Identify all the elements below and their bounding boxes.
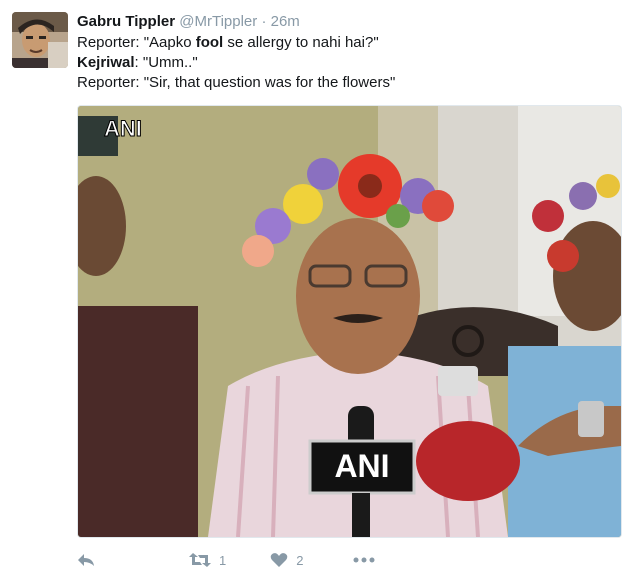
mic-label: ANI (334, 448, 389, 484)
timestamp[interactable]: 26m (271, 13, 300, 30)
retweet-button[interactable]: 1 (189, 552, 226, 568)
retweet-icon (189, 553, 211, 567)
tweet-header: Gabru Tippler @MrTippler · 26m (77, 12, 300, 32)
line-text: : "Umm.." (134, 54, 198, 71)
tweet-actions: 1 2 (77, 548, 419, 572)
author-name[interactable]: Gabru Tippler (77, 13, 175, 30)
like-button[interactable]: 2 (270, 552, 303, 568)
tweet-line-3: Reporter: "Sir, that question was for th… (77, 74, 396, 91)
heart-icon (270, 553, 288, 567)
reply-button[interactable] (77, 552, 95, 568)
retweet-count: 1 (219, 552, 227, 568)
tweet-line-1: Reporter: "Aapko fool se allergy to nahi… (77, 33, 395, 53)
avatar[interactable] (12, 12, 68, 68)
avatar-image (12, 12, 68, 68)
line-bold-text: Kejriwal (77, 54, 135, 71)
photo-illustration: ANI ANI (78, 106, 621, 537)
more-icon (353, 557, 375, 563)
ani-watermark: ANI (104, 116, 142, 141)
separator: · (261, 13, 267, 30)
more-button[interactable] (353, 557, 375, 563)
author-handle[interactable]: @MrTippler (179, 13, 257, 30)
line-text: se allergy to nahi hai?" (223, 34, 379, 51)
like-count: 2 (296, 552, 304, 568)
tweet-text: Reporter: "Aapko fool se allergy to nahi… (77, 33, 395, 93)
reply-icon (78, 554, 94, 566)
line-bold-text: fool (195, 34, 224, 51)
line-text: Reporter: "Aapko (77, 34, 196, 51)
tweet-photo[interactable]: ANI ANI (77, 105, 622, 538)
tweet-line-2: Kejriwal: "Umm.." (77, 53, 395, 73)
